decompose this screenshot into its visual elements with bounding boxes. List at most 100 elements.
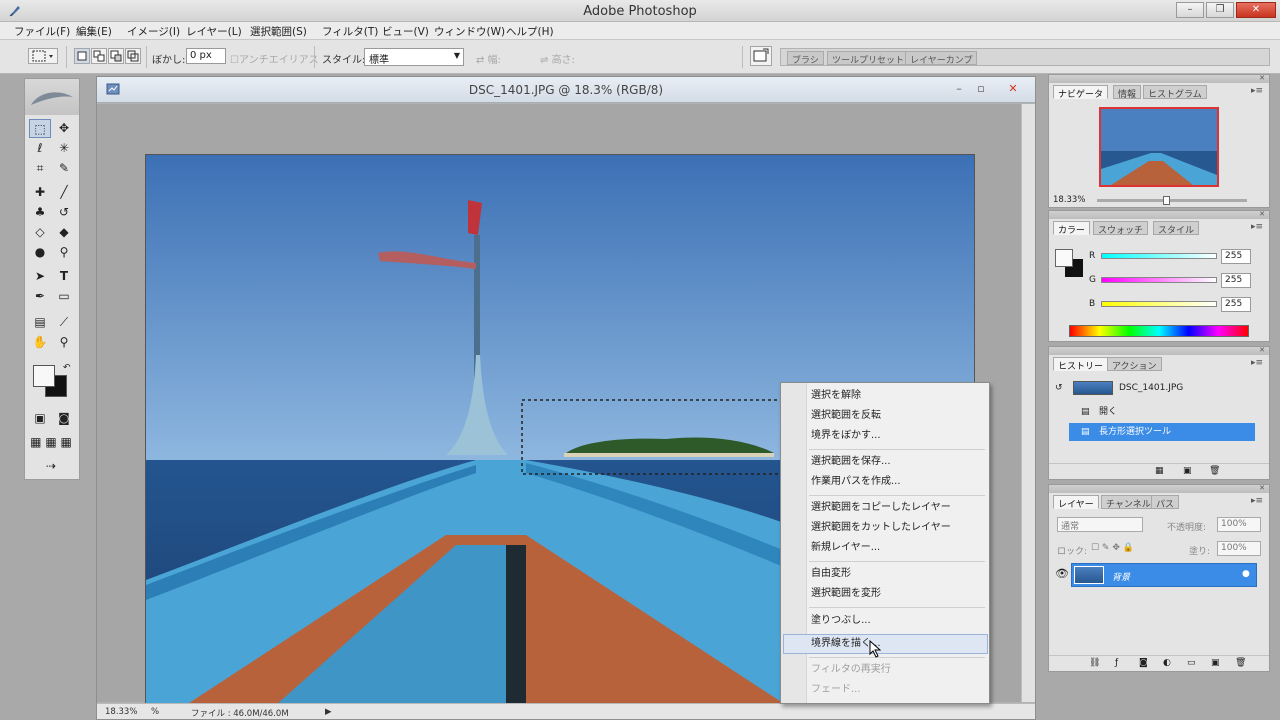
color-swatches[interactable]: ↶ [31,363,75,399]
layer-style-icon[interactable]: ƒ [1115,658,1118,668]
eraser-tool[interactable]: ◇ [29,223,51,242]
panel-menu-icon[interactable]: ▸≡ [1251,86,1263,96]
quick-mask-button[interactable]: ◙ [53,409,75,428]
panel-menu-icon[interactable]: ▸≡ [1251,358,1263,368]
navigator-zoom[interactable]: 18.33% [1053,195,1085,205]
antialias-checkbox[interactable]: ☐アンチエイリアス [230,51,319,66]
tab-info[interactable]: 情報 [1113,85,1142,100]
width-field[interactable]: ⇄ 幅: [476,51,501,66]
style-select[interactable]: 標準 ▼ [364,48,464,66]
panel-close-icon[interactable]: ✕ [1259,484,1265,492]
menu-item-layer-via-cut[interactable]: 選択範囲をカットしたレイヤー [811,519,951,537]
menu-item-save-selection[interactable]: 選択範囲を保存... [811,453,891,471]
panel-grip[interactable]: ✕ [1049,74,1269,83]
paint-bucket-tool[interactable]: ◆ [53,223,75,242]
doc-minimize-button[interactable]: – [949,81,969,97]
color-panel-foreground[interactable] [1055,249,1073,267]
slice-tool[interactable]: ✎ [53,159,75,178]
menu-item-fill[interactable]: 塗りつぶし... [811,612,871,630]
intersect-selection-button[interactable] [125,48,141,64]
tab-color[interactable]: カラー [1053,221,1091,236]
crop-tool[interactable]: ⌗ [29,159,51,178]
history-state-marquee[interactable]: ▤ 長方形選択ツール [1069,423,1255,441]
panel-close-icon[interactable]: ✕ [1259,210,1265,218]
blue-value-input[interactable]: 255 [1221,297,1251,312]
clone-stamp-tool[interactable]: ♣ [29,203,51,222]
lasso-tool[interactable]: ℓ [29,139,51,158]
green-slider[interactable] [1101,277,1217,283]
magic-wand-tool[interactable]: ✳ [53,139,75,158]
close-button[interactable]: ✕ [1236,2,1276,18]
adjustment-layer-icon[interactable]: ◐ [1163,658,1171,668]
new-selection-button[interactable] [74,48,90,64]
tool-preset-picker[interactable] [28,48,58,64]
history-snapshot[interactable]: ↺ DSC_1401.JPG [1055,379,1255,397]
tab-channels[interactable]: チャンネル [1101,495,1156,510]
document-title-bar[interactable]: DSC_1401.JPG @ 18.3% (RGB/8) – ▫ ✕ [97,77,1035,103]
menu-item-inverse[interactable]: 選択範囲を反転 [811,407,881,425]
panel-menu-icon[interactable]: ▸≡ [1251,222,1263,232]
swap-colors-icon[interactable]: ↶ [63,363,71,373]
screen-mode-buttons[interactable]: ▦ ▦ ▦ [29,433,73,452]
brush-tool[interactable]: ╱ [53,183,75,202]
notes-tool[interactable]: ▤ [29,313,51,332]
menu-item-make-work-path[interactable]: 作業用パスを作成... [811,473,901,491]
palette-toggle-button[interactable] [750,46,772,66]
menu-edit[interactable]: 編集(E) [76,24,112,39]
blur-tool[interactable]: ● [29,243,51,262]
well-tab-tool-presets[interactable]: ツールプリセット [827,51,910,66]
trash-icon[interactable]: 🗑 [1209,466,1220,476]
vertical-scrollbar[interactable] [1021,104,1035,702]
panel-grip[interactable]: ✕ [1049,346,1269,355]
green-value-input[interactable]: 255 [1221,273,1251,288]
healing-brush-tool[interactable]: ✚ [29,183,51,202]
feather-input[interactable]: 0 px [186,48,226,64]
subtract-selection-button[interactable] [108,48,124,64]
path-selection-tool[interactable]: ➤ [29,267,51,286]
layer-row-background[interactable]: 背景 ● [1071,563,1257,587]
panel-grip[interactable]: ✕ [1049,484,1269,493]
zoom-readout[interactable]: 18.33% [105,707,137,717]
menu-item-layer-via-copy[interactable]: 選択範囲をコピーしたレイヤー [811,499,951,517]
well-tab-brushes[interactable]: ブラシ [787,51,824,66]
menu-layer[interactable]: レイヤー(L) [186,24,242,39]
pen-tool[interactable]: ✒ [29,287,51,306]
delete-layer-icon[interactable]: 🗑 [1235,658,1246,668]
lock-icons[interactable]: ☐ ✎ ✥ 🔒 [1091,543,1134,553]
minimize-button[interactable]: – [1176,2,1204,18]
menu-file[interactable]: ファイル(F) [14,24,70,39]
rectangular-marquee-tool[interactable]: ⬚ [29,119,51,138]
restore-button[interactable]: ❐ [1206,2,1234,18]
zoom-tool[interactable]: ⚲ [53,333,75,352]
status-menu-arrow-icon[interactable]: ▶ [325,707,332,717]
red-slider[interactable] [1101,253,1217,259]
type-tool[interactable]: T [53,267,75,286]
new-snapshot-icon[interactable]: ▣ [1183,466,1192,476]
menu-view[interactable]: ビュー(V) [382,24,429,39]
dodge-tool[interactable]: ⚲ [53,243,75,262]
new-document-icon[interactable]: ▦ [1155,466,1164,476]
color-panel-swatches[interactable] [1055,249,1085,279]
menu-window[interactable]: ウィンドウ(W) [434,24,505,39]
menu-filter[interactable]: フィルタ(T) [322,24,378,39]
move-tool[interactable]: ✥ [53,119,75,138]
add-selection-button[interactable] [91,48,107,64]
jump-to-imageready-button[interactable]: ⇢ [29,457,73,476]
new-group-icon[interactable]: ▭ [1187,658,1196,668]
shape-tool[interactable]: ▭ [53,287,75,306]
doc-maximize-button[interactable]: ▫ [971,81,991,97]
menu-image[interactable]: イメージ(I) [127,24,180,39]
hand-tool[interactable]: ✋ [29,333,51,352]
link-layers-icon[interactable]: ⛓ [1089,658,1100,668]
tab-actions[interactable]: アクション [1107,357,1162,372]
layer-mask-icon[interactable]: ◙ [1139,658,1148,668]
tab-swatches[interactable]: スウォッチ [1093,221,1149,236]
tab-layers[interactable]: レイヤー [1053,495,1099,510]
blend-mode-select[interactable]: 通常 [1057,517,1143,532]
tab-histogram[interactable]: ヒストグラム [1143,85,1207,100]
eyedropper-tool[interactable]: ⟋ [53,313,75,332]
opacity-input[interactable]: 100% [1217,517,1261,532]
menu-item-deselect[interactable]: 選択を解除 [811,387,861,405]
panel-menu-icon[interactable]: ▸≡ [1251,496,1263,506]
tab-paths[interactable]: パス [1151,495,1180,510]
